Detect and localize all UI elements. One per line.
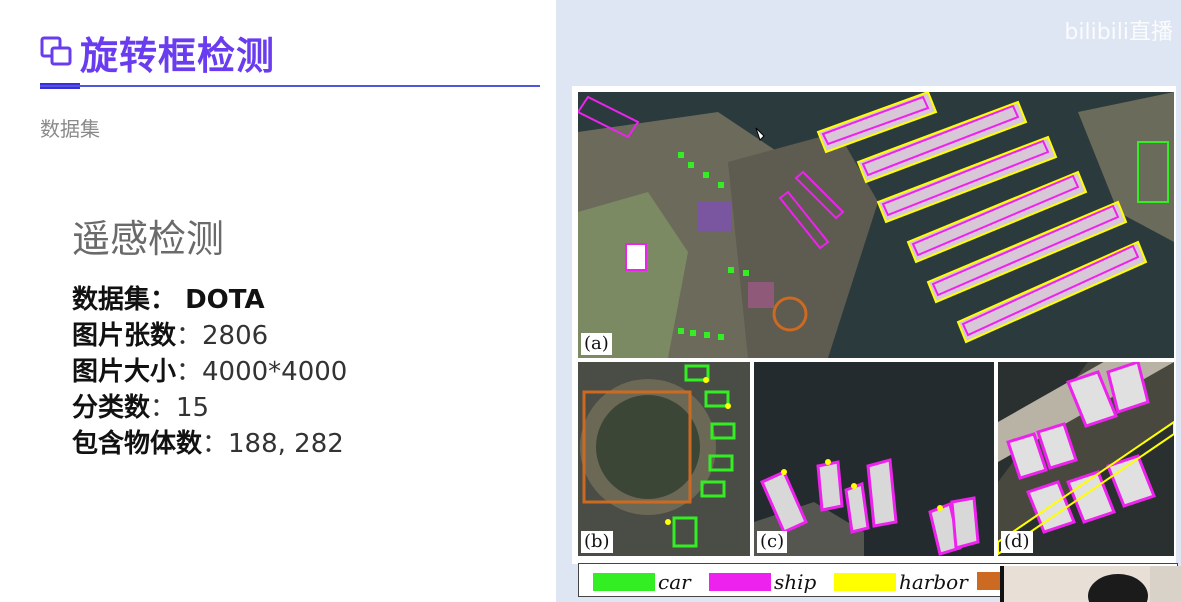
info-value: ：15 — [150, 393, 210, 423]
figure-panel-a: (a) — [578, 92, 1174, 358]
info-value: DOTA — [176, 285, 265, 315]
panel-label-a: (a) — [581, 333, 612, 355]
info-row-image-size: 图片大小：4000*4000 — [72, 354, 347, 390]
legend-item-ship: ship — [709, 570, 816, 594]
roundabout-image — [578, 362, 750, 556]
docked-ships-image — [998, 362, 1174, 556]
legend-swatch-ship — [709, 573, 771, 591]
boats-image — [754, 362, 994, 556]
info-value: ：2806 — [176, 321, 269, 351]
info-key: 数据集： — [72, 285, 177, 315]
section-heading: 遥感检测 — [72, 217, 225, 261]
legend-label-car: car — [658, 570, 691, 594]
legend-label-ship: ship — [774, 570, 817, 594]
info-row-class-count: 分类数：15 — [72, 390, 347, 426]
webcam-overlay — [1000, 566, 1181, 602]
info-key: 分类数 — [72, 393, 151, 423]
page-subtitle: 数据集 — [40, 117, 100, 141]
title-underline — [40, 85, 540, 87]
slide-left-pane: 旋转框检测 数据集 遥感检测 数据集： DOTA 图片张数：2806 图片大小：… — [0, 0, 556, 602]
figure-panel-d: (d) — [998, 362, 1174, 556]
bilibili-watermark: bilibili直播 — [1064, 20, 1173, 45]
info-row-object-count: 包含物体数：188, 282 — [72, 426, 347, 462]
legend-item-car: car — [593, 570, 691, 594]
presenter-video — [1000, 566, 1181, 602]
info-key: 图片大小 — [72, 357, 177, 387]
panel-label-b: (b) — [581, 531, 613, 553]
figure-panel-c: (c) — [754, 362, 994, 556]
legend-swatch-car — [593, 573, 655, 591]
legend-label-harbor: harbor — [899, 570, 968, 594]
title-square-icon — [40, 36, 72, 66]
info-row-image-count: 图片张数：2806 — [72, 318, 347, 354]
dota-figure: (a) (b) (c) (d) — [572, 86, 1176, 564]
dataset-info-list: 数据集： DOTA 图片张数：2806 图片大小：4000*4000 分类数：1… — [72, 282, 347, 462]
panel-label-d: (d) — [1001, 531, 1033, 553]
info-value: ：4000*4000 — [176, 357, 348, 387]
panel-label-c: (c) — [757, 531, 788, 553]
page-title: 旋转框检测 — [80, 34, 276, 78]
info-key: 图片张数 — [72, 321, 177, 351]
legend-item-harbor: harbor — [834, 570, 968, 594]
figure-panel-b: (b) — [578, 362, 750, 556]
info-value: ：188, 282 — [202, 429, 344, 459]
legend-swatch-harbor — [834, 573, 896, 591]
harbor-aerial-image — [578, 92, 1174, 358]
info-row-dataset: 数据集： DOTA — [72, 282, 347, 318]
info-key: 包含物体数 — [72, 429, 203, 459]
